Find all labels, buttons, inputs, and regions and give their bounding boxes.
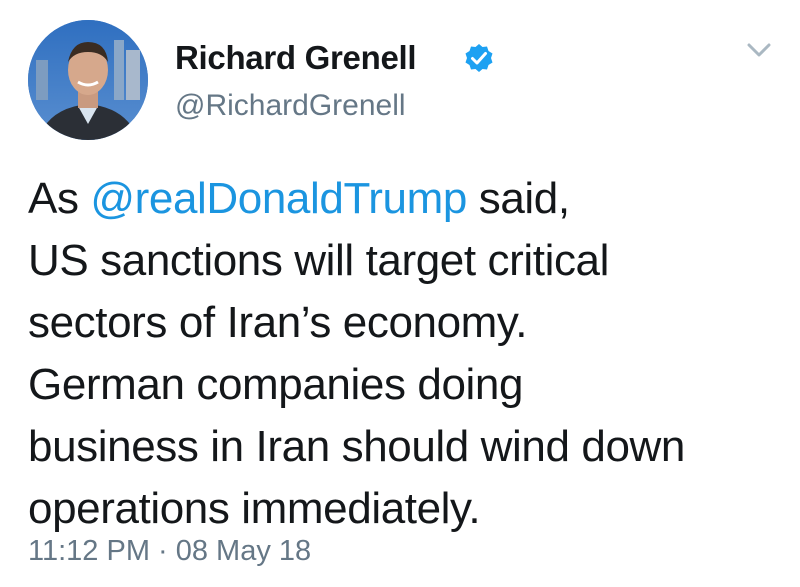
tweet-line: As @realDonaldTrump said, [28,168,788,230]
avatar[interactable] [28,20,148,140]
display-name[interactable]: Richard Grenell [175,38,417,78]
tweet-text: As @realDonaldTrump said, US sanctions w… [28,168,788,540]
verified-badge-icon [465,44,493,72]
tweet-text-segment: As [28,174,91,223]
tweet-line: sectors of Iran’s economy. [28,298,528,347]
mention-link[interactable]: @realDonaldTrump [90,174,467,223]
user-handle[interactable]: @RichardGrenell [175,88,406,124]
tweet-card[interactable]: Richard Grenell @RichardGrenell As @real… [0,0,800,587]
avatar-image [28,20,148,140]
tweet-text-segment: said, [466,174,570,223]
chevron-down-icon[interactable] [744,38,774,62]
tweet-timestamp[interactable]: 11:12 PM · 08 May 18 [28,533,311,569]
tweet-line: business in Iran should wind down [28,422,685,471]
tweet-line: operations immediately. [28,484,481,533]
tweet-line: US sanctions will target critical [28,236,609,285]
tweet-line: German companies doing [28,360,524,409]
